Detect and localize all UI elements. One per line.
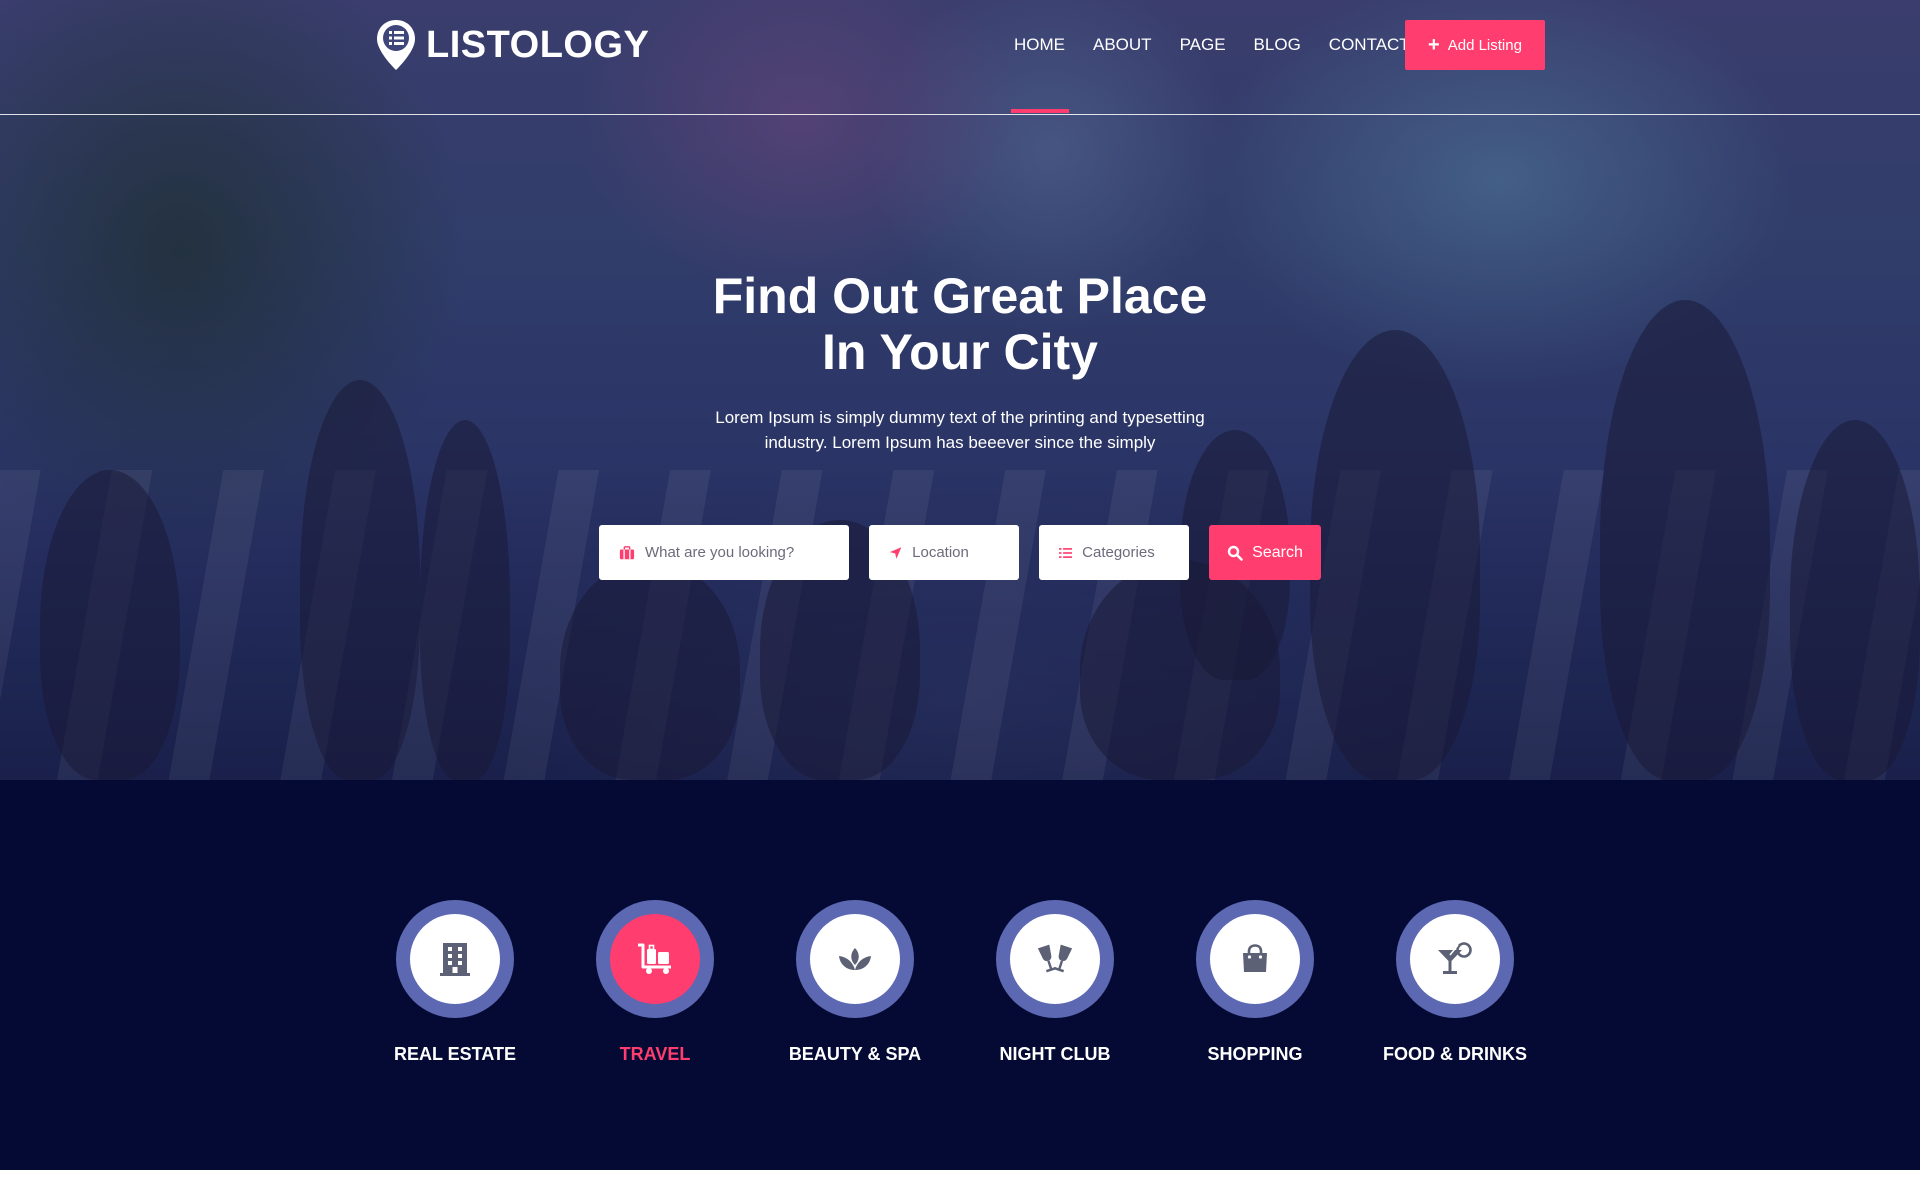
glass-cheers-icon bbox=[1037, 944, 1073, 973]
location-field[interactable] bbox=[869, 525, 1019, 580]
category-icon-circle bbox=[1010, 914, 1100, 1004]
category-label: NIGHT CLUB bbox=[999, 1044, 1111, 1064]
category-label: SHOPPING bbox=[1207, 1044, 1303, 1064]
shopping-bag-icon bbox=[1243, 944, 1267, 972]
briefcase-icon bbox=[619, 545, 635, 559]
location-input[interactable] bbox=[912, 544, 1019, 561]
categories-field[interactable] bbox=[1039, 525, 1189, 580]
category-label: BEAUTY & SPA bbox=[788, 1044, 922, 1064]
add-listing-label: Add Listing bbox=[1447, 36, 1522, 54]
plus-icon: + bbox=[1428, 34, 1440, 56]
hero-subtitle-line-2: industry. Lorem Ipsum has beeever since … bbox=[764, 433, 1156, 452]
category-icon-ring bbox=[1196, 900, 1314, 1018]
category-beauty-spa[interactable]: BEAUTY & SPA bbox=[755, 900, 955, 1065]
location-arrow-icon bbox=[889, 546, 902, 559]
spa-icon bbox=[839, 948, 871, 970]
category-label: TRAVEL bbox=[619, 1044, 691, 1064]
map-pin-logo-icon bbox=[377, 20, 415, 70]
categories-section: REAL ESTATE TRAVEL BEAUTY & SPA NIGHT CL… bbox=[0, 780, 1920, 1170]
category-icon-circle bbox=[1410, 914, 1500, 1004]
category-label: FOOD & DRINKS bbox=[1383, 1044, 1527, 1064]
logo-text: LISTOLOGY bbox=[426, 23, 650, 66]
keyword-input[interactable] bbox=[644, 544, 849, 561]
add-listing-button[interactable]: + Add Listing bbox=[1405, 20, 1545, 70]
category-shopping[interactable]: SHOPPING bbox=[1155, 900, 1355, 1065]
category-icon-ring bbox=[996, 900, 1114, 1018]
hero-subtitle: Lorem Ipsum is simply dummy text of the … bbox=[660, 405, 1260, 455]
categories-input[interactable] bbox=[1082, 544, 1189, 561]
nav-blog[interactable]: BLOG bbox=[1240, 34, 1315, 56]
search-icon bbox=[1227, 545, 1243, 561]
category-night-club[interactable]: NIGHT CLUB bbox=[955, 900, 1155, 1065]
hero-title-line-2: In Your City bbox=[822, 324, 1098, 380]
search-button-label: Search bbox=[1252, 543, 1303, 561]
keyword-field[interactable] bbox=[599, 525, 849, 580]
cocktail-icon bbox=[1438, 942, 1472, 974]
list-icon bbox=[1059, 547, 1073, 558]
hero-subtitle-line-1: Lorem Ipsum is simply dummy text of the … bbox=[715, 408, 1205, 427]
nav-page[interactable]: PAGE bbox=[1166, 34, 1240, 56]
hero-title-line-1: Find Out Great Place bbox=[712, 268, 1208, 324]
nav-home[interactable]: HOME bbox=[1000, 34, 1079, 113]
category-icon-circle bbox=[610, 914, 700, 1004]
nav-about[interactable]: ABOUT bbox=[1079, 34, 1166, 56]
logo[interactable]: LISTOLOGY bbox=[374, 18, 649, 72]
luggage-cart-icon bbox=[638, 943, 671, 974]
category-icon-circle bbox=[1210, 914, 1300, 1004]
page-bottom-strip bbox=[0, 1170, 1920, 1200]
category-label: REAL ESTATE bbox=[393, 1044, 516, 1064]
crowd-background-image bbox=[0, 0, 1920, 780]
category-icon-circle bbox=[410, 914, 500, 1004]
category-real-estate[interactable]: REAL ESTATE bbox=[355, 900, 555, 1065]
building-icon bbox=[440, 943, 470, 976]
site-header: LISTOLOGY HOME ABOUT PAGE BLOG CONTACT +… bbox=[0, 0, 1920, 115]
category-icon-ring bbox=[596, 900, 714, 1018]
category-food-drinks[interactable]: FOOD & DRINKS bbox=[1355, 900, 1555, 1065]
category-icon-ring bbox=[796, 900, 914, 1018]
hero-section bbox=[0, 0, 1920, 780]
search-button[interactable]: Search bbox=[1209, 525, 1321, 580]
main-nav: HOME ABOUT PAGE BLOG CONTACT bbox=[1000, 34, 1424, 113]
category-travel[interactable]: TRAVEL bbox=[555, 900, 755, 1065]
hero-title: Find Out Great Place In Your City bbox=[560, 268, 1360, 380]
category-icon-ring bbox=[396, 900, 514, 1018]
category-icon-ring bbox=[1396, 900, 1514, 1018]
category-icon-circle bbox=[810, 914, 900, 1004]
